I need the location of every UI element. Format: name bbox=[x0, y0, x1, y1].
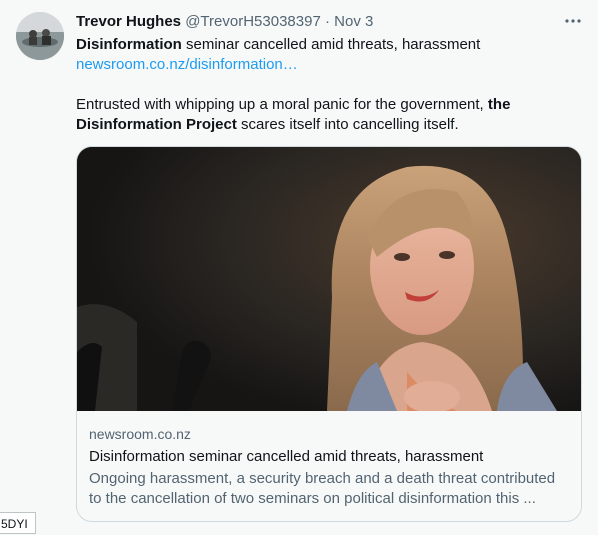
author-handle[interactable]: @TrevorH53038397 bbox=[185, 13, 321, 30]
article-link[interactable]: newsroom.co.nz/disinformation… bbox=[76, 55, 298, 75]
tweet-date[interactable]: Nov 3 bbox=[334, 13, 373, 30]
separator-dot: · bbox=[324, 13, 330, 30]
card-image[interactable] bbox=[77, 147, 581, 411]
card-title[interactable]: Disinformation seminar cancelled amid th… bbox=[89, 447, 573, 467]
card-description-line-1: Ongoing harassment, a security breach an… bbox=[89, 470, 556, 487]
more-options-button[interactable] bbox=[562, 10, 584, 32]
avatar[interactable] bbox=[16, 12, 64, 60]
card-description-line-2: to the cancellation of two seminars on p… bbox=[89, 490, 536, 507]
tweet-body-line-1: Entrusted with whipping up a moral panic… bbox=[76, 95, 510, 115]
tweet-header: Trevor Hughes @TrevorH53038397 · Nov 3 bbox=[76, 12, 373, 32]
body-bold-project: Disinformation Project bbox=[76, 116, 237, 133]
tweet[interactable]: Trevor Hughes @TrevorH53038397 · Nov 3 D… bbox=[0, 0, 598, 535]
tweet-body-line-2: Disinformation Project scares itself int… bbox=[76, 115, 459, 135]
body-text: Entrusted with whipping up a moral panic… bbox=[76, 96, 488, 113]
link-card[interactable]: newsroom.co.nz Disinformation seminar ca… bbox=[76, 146, 582, 522]
card-domain: newsroom.co.nz bbox=[89, 426, 191, 442]
tweet-text-line-1: Disinformation seminar cancelled amid th… bbox=[76, 35, 480, 55]
more-horizontal-icon bbox=[565, 19, 581, 23]
body-bold: the bbox=[487, 96, 511, 113]
headline-rest: seminar cancelled amid threats, harassme… bbox=[181, 36, 481, 53]
author-name[interactable]: Trevor Hughes bbox=[76, 13, 181, 30]
body-text-rest: scares itself into cancelling itself. bbox=[236, 116, 459, 133]
headline-bold: Disinformation bbox=[76, 36, 182, 53]
card-meta: newsroom.co.nz Disinformation seminar ca… bbox=[89, 425, 573, 509]
corner-label: 5DYI bbox=[0, 512, 36, 534]
